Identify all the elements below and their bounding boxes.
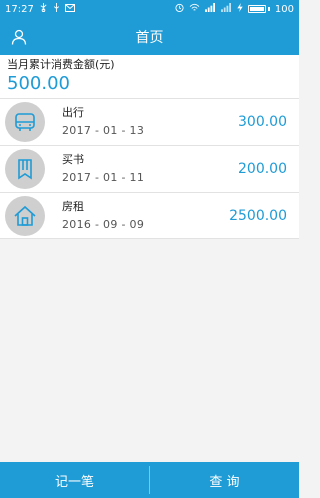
summary-label: 当月累计消费金额(元)	[7, 58, 115, 71]
status-bar: 17:27 100	[0, 0, 299, 18]
expense-date: 2017 - 01 - 11	[62, 171, 145, 184]
user-icon	[11, 29, 27, 45]
book-icon	[5, 149, 45, 189]
charging-icon	[237, 3, 243, 15]
alarm-icon	[175, 3, 184, 15]
title-bar: 首页	[0, 18, 299, 55]
battery-icon	[247, 5, 270, 13]
signal-2-icon	[221, 3, 232, 15]
expense-amount: 2500.00	[229, 207, 287, 224]
bottom-bar: 记一笔 查 询	[0, 462, 299, 498]
user-profile-button[interactable]	[8, 26, 30, 48]
battery-level-text: 100	[274, 3, 294, 15]
add-record-button[interactable]: 记一笔	[0, 462, 149, 498]
expense-name: 买书	[62, 153, 84, 166]
bus-icon	[5, 102, 45, 142]
expense-name: 房租	[62, 199, 84, 213]
signal-icon	[205, 3, 216, 15]
expense-list: 出行 2017 - 01 - 13 300.00 买书 2017 - 01 - …	[0, 98, 299, 239]
expense-amount: 200.00	[238, 161, 287, 177]
page-title: 首页	[135, 29, 164, 46]
usb-icon	[39, 3, 48, 15]
mail-icon	[64, 3, 75, 15]
monthly-summary: 当月累计消费金额(元) 500.00	[0, 55, 299, 98]
usb-debug-icon	[53, 3, 60, 15]
wifi-icon	[189, 3, 200, 15]
expense-row[interactable]: 房租 2016 - 09 - 09 2500.00	[0, 192, 299, 239]
expense-name: 出行	[62, 106, 84, 119]
expense-date: 2016 - 09 - 09	[62, 217, 145, 231]
expense-row[interactable]: 出行 2017 - 01 - 13 300.00	[0, 98, 299, 145]
status-time: 17:27	[5, 3, 34, 15]
house-icon	[5, 195, 45, 236]
summary-amount: 500.00	[7, 73, 70, 94]
expense-row[interactable]: 买书 2017 - 01 - 11 200.00	[0, 145, 299, 192]
expense-amount: 300.00	[238, 114, 287, 130]
expense-date: 2017 - 01 - 13	[62, 124, 145, 137]
query-button[interactable]: 查 询	[150, 462, 299, 498]
